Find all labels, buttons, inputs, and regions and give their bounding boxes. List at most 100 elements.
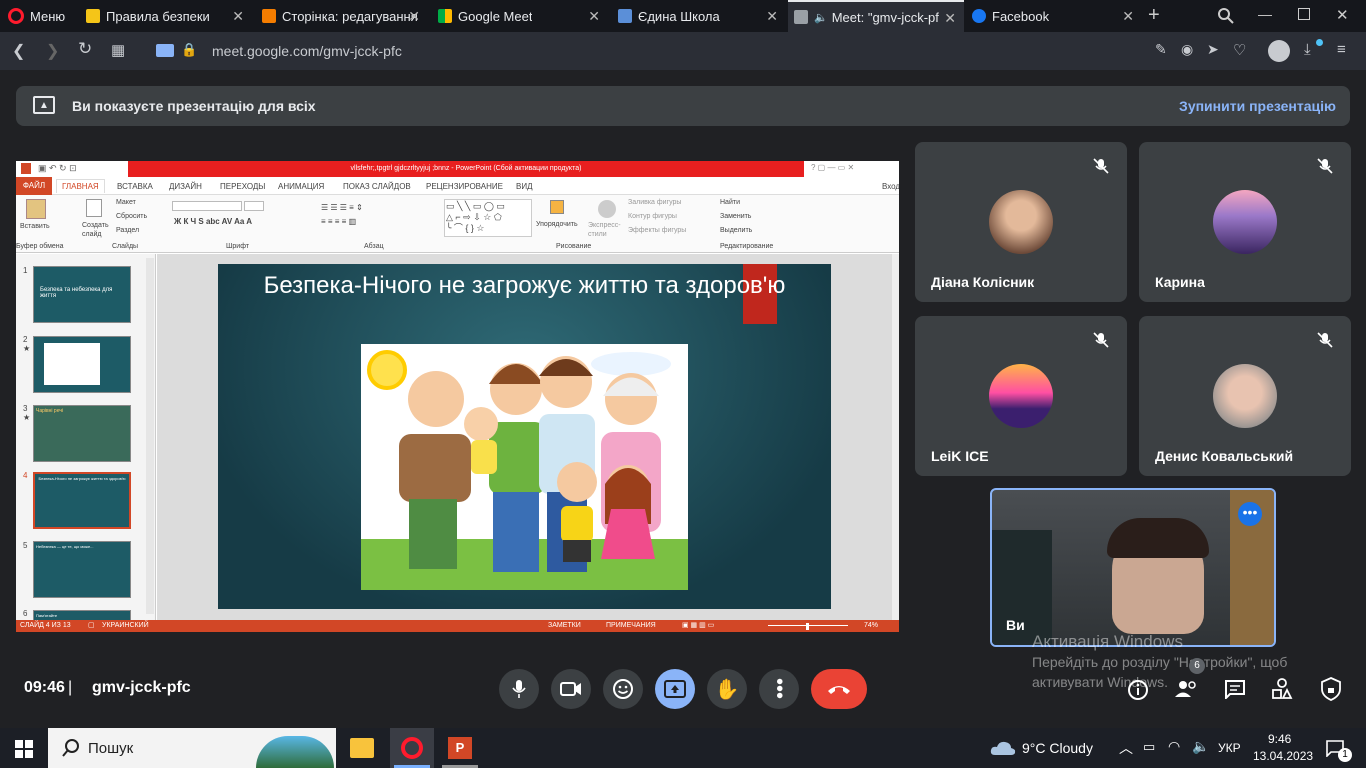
font-format-buttons[interactable]: Ж К Ч S abc AV Aa A — [174, 217, 252, 226]
tab-1[interactable]: Правила безпеки ✕ — [80, 0, 252, 32]
language-label[interactable]: УКРАИНСКИЙ — [102, 620, 149, 632]
zoom-level[interactable]: 74% — [864, 620, 878, 632]
quick-styles-icon[interactable] — [598, 200, 616, 218]
arrange-label[interactable]: Упорядочить — [536, 221, 578, 228]
paste-label[interactable]: Вставить — [20, 223, 50, 230]
weather-text[interactable]: 9°C Cloudy — [1022, 740, 1093, 756]
close-icon[interactable]: ✕ — [1122, 8, 1134, 25]
search-tabs-icon[interactable] — [1217, 7, 1234, 24]
self-view-tile[interactable]: ••• Ви — [990, 488, 1276, 647]
ribbon-tab-transitions[interactable]: ПЕРЕХОДЫ — [220, 182, 265, 191]
tab-4[interactable]: Єдина Школа ✕ — [612, 0, 786, 32]
notes-button[interactable]: ЗАМЕТКИ — [548, 620, 581, 632]
language-indicator[interactable]: УКР — [1218, 741, 1241, 755]
reload-icon[interactable]: ↻ — [78, 39, 92, 59]
tab-6[interactable]: Facebook ✕ — [966, 0, 1142, 32]
align-buttons[interactable]: ≡ ≡ ≡ ≡ ▥ — [321, 217, 356, 226]
more-options-button[interactable]: ••• — [759, 669, 799, 709]
ribbon-tab-design[interactable]: ДИЗАЙН — [169, 182, 202, 191]
profile-icon[interactable] — [1268, 40, 1290, 62]
taskbar-search-box[interactable]: Пошук — [48, 728, 336, 768]
mic-button[interactable] — [499, 669, 539, 709]
close-icon[interactable]: ✕ — [944, 10, 956, 27]
chat-icon[interactable] — [1224, 679, 1246, 699]
save-icon[interactable]: ▣ ↶ ↻ ⊡ — [38, 163, 77, 174]
opera-taskbar-button[interactable] — [390, 728, 434, 768]
speed-dial-icon[interactable]: ▦ — [111, 41, 125, 59]
clock-date[interactable]: 13.04.2023 — [1253, 749, 1313, 763]
volume-icon[interactable]: 🔈 — [1192, 738, 1209, 755]
layout-button[interactable]: Макет — [116, 199, 136, 206]
stop-presenting-button[interactable]: Зупинити презентацію — [1179, 98, 1336, 114]
close-icon[interactable]: ✕ — [588, 8, 600, 25]
paste-icon[interactable] — [26, 199, 46, 219]
participant-tile[interactable]: Карина — [1139, 142, 1351, 302]
ribbon-tab-slideshow[interactable]: ПОКАЗ СЛАЙДОВ — [343, 182, 411, 191]
easy-setup-icon[interactable]: ≡ — [1337, 41, 1346, 58]
quick-styles-label[interactable]: Экспресс-стили — [588, 221, 624, 239]
select-button[interactable]: Выделить — [720, 227, 752, 234]
file-explorer-icon[interactable] — [350, 738, 374, 758]
camera-in-use-icon[interactable] — [156, 44, 174, 57]
ppt-window-controls[interactable]: ? ▢ — ▭ ✕ — [811, 163, 854, 172]
current-slide[interactable]: Безпека-Нічого не загрожує життю та здор… — [218, 264, 831, 609]
paragraph-buttons[interactable]: ☰ ☰ ☰ ≡ ⇕ — [321, 203, 363, 212]
tab-5-active[interactable]: 🔈 Meet: "gmv-jcck-pf ✕ — [788, 0, 964, 32]
participant-tile[interactable]: Денис Ковальський — [1139, 316, 1351, 476]
windows-start-icon[interactable] — [15, 740, 33, 758]
section-button[interactable]: Раздел — [116, 227, 139, 234]
wifi-icon[interactable]: ◠ — [1168, 738, 1180, 755]
participant-tile[interactable]: Діана Колісник — [915, 142, 1127, 302]
edit-icon[interactable]: ✎ — [1155, 41, 1167, 58]
new-slide-icon[interactable] — [86, 199, 102, 217]
slide-thumb-4-selected[interactable]: Безпека-Нічого не загрожує життю та здор… — [33, 472, 131, 529]
close-icon[interactable]: ✕ — [766, 8, 778, 25]
replace-button[interactable]: Заменить — [720, 213, 751, 220]
url-field[interactable]: meet.google.com/gmv-jcck-pfc — [212, 43, 402, 59]
view-buttons[interactable]: ▣ ▦ ▥ ▭ — [682, 620, 714, 632]
find-button[interactable]: Найти — [720, 199, 740, 206]
tab-3[interactable]: Google Meet ✕ — [432, 0, 608, 32]
shape-effects-button[interactable]: Эффекты фигуры — [628, 227, 686, 234]
battery-icon[interactable]: ▭ — [1143, 739, 1155, 755]
tab-2[interactable]: Сторінка: редагування ✕ — [256, 0, 428, 32]
slide-thumb-3[interactable]: Чарівні речі — [33, 405, 131, 462]
close-window-button[interactable]: ✕ — [1336, 6, 1349, 24]
forward-icon[interactable]: ❯ — [46, 41, 59, 61]
slide-thumb-1[interactable]: Безпека та небезпека для життя — [33, 266, 131, 323]
people-icon[interactable] — [1174, 679, 1198, 699]
clock-time[interactable]: 9:46 — [1268, 732, 1291, 746]
close-icon[interactable]: ✕ — [408, 8, 420, 25]
slide-thumb-5[interactable]: Небезпека — це те, що може... — [33, 541, 131, 598]
shape-outline-button[interactable]: Контур фигуры — [628, 213, 677, 220]
create-slide-label[interactable]: Создать слайд — [82, 221, 116, 239]
slide-thumb-2[interactable] — [33, 336, 131, 393]
present-now-button[interactable] — [655, 669, 695, 709]
lock-icon[interactable]: 🔒 — [181, 42, 197, 58]
emoji-button[interactable] — [603, 669, 643, 709]
shapes-gallery[interactable]: ▭ ╲ ╲ ▭ ◯ ▭ △ ⌐ ⇨ ⇩ ☆ ⬠ ╰ ⌒ { } ☆ — [444, 199, 532, 237]
close-icon[interactable]: ✕ — [232, 8, 244, 25]
maximize-button[interactable] — [1298, 8, 1310, 20]
ribbon-tab-review[interactable]: РЕЦЕНЗИРОВАНИЕ — [426, 182, 503, 191]
ribbon-tab-file[interactable]: ФАЙЛ — [16, 177, 52, 195]
font-size-field[interactable] — [244, 201, 264, 211]
ribbon-tab-animation[interactable]: АНИМАЦИЯ — [278, 182, 324, 191]
raise-hand-button[interactable]: ✋ — [707, 669, 747, 709]
activities-icon[interactable] — [1271, 678, 1293, 700]
ribbon-tab-home[interactable]: ГЛАВНАЯ — [56, 179, 105, 193]
comments-button[interactable]: ПРИМЕЧАНИЯ — [606, 620, 656, 632]
download-icon[interactable]: ⤓ — [1304, 41, 1311, 58]
reset-button[interactable]: Сбросить — [116, 213, 147, 220]
send-icon[interactable]: ➤ — [1207, 41, 1219, 58]
info-icon[interactable] — [1127, 679, 1149, 701]
snapshot-icon[interactable]: ◉ — [1181, 41, 1193, 58]
new-tab-button[interactable]: + — [1148, 4, 1160, 27]
heart-icon[interactable]: ♡ — [1233, 41, 1246, 59]
participant-tile[interactable]: LeiK ICE — [915, 316, 1127, 476]
camera-button[interactable] — [551, 669, 591, 709]
ribbon-tab-view[interactable]: ВИД — [516, 182, 533, 191]
ribbon-tab-insert[interactable]: ВСТАВКА — [117, 182, 153, 191]
powerpoint-taskbar-icon[interactable]: P — [448, 737, 472, 759]
opera-menu-button[interactable]: Меню — [8, 8, 65, 24]
